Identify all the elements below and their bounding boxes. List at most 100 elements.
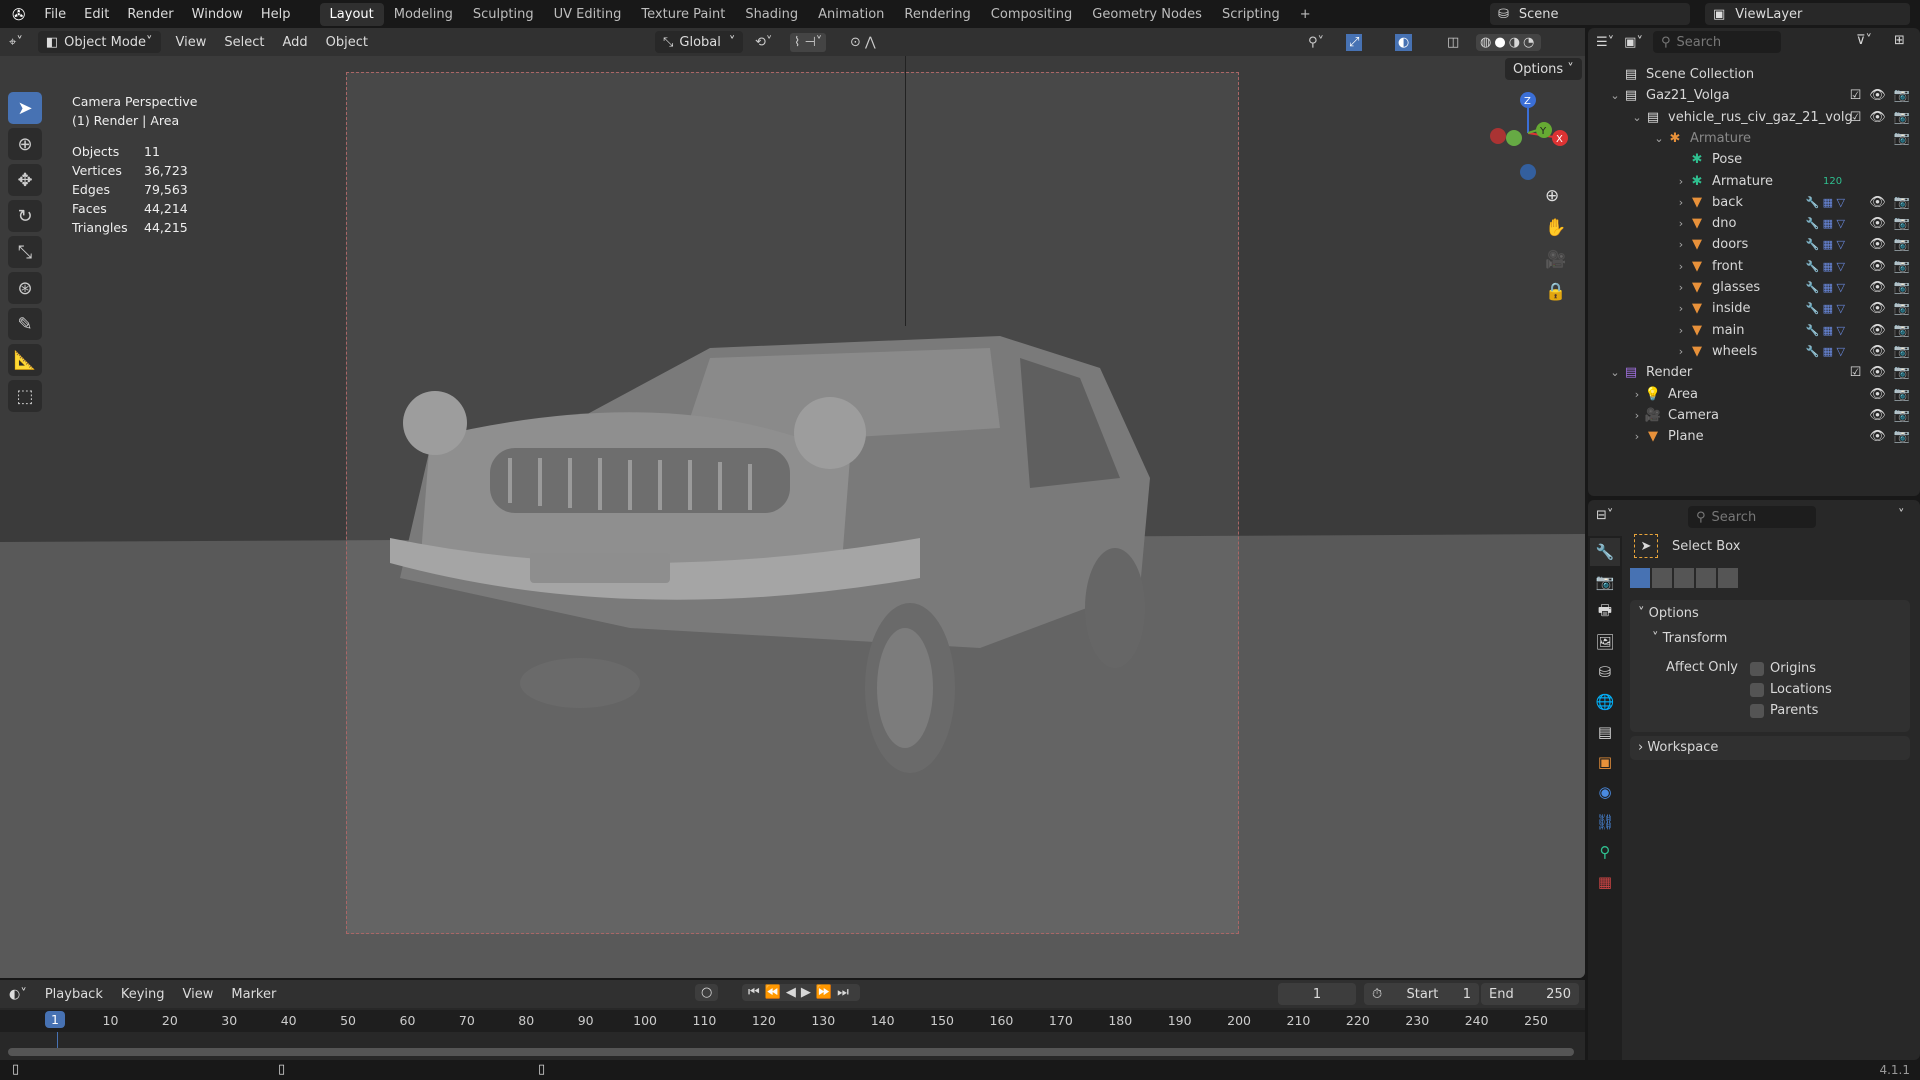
tab-geometry-nodes[interactable]: Geometry Nodes	[1082, 3, 1212, 26]
view-layer-tab-icon[interactable]: 🖼	[1590, 628, 1620, 656]
viewport-menu-add[interactable]: Add	[274, 32, 317, 53]
3d-viewport[interactable]: ⌖˅ ◧ Object Mode ˅ View Select Add Object ⤡ Gl…	[0, 28, 1585, 978]
timeline-menu-keying[interactable]: Keying	[112, 984, 174, 1005]
outliner-search-input[interactable]: ⚲ Search	[1652, 31, 1781, 53]
playhead[interactable]: 1	[45, 1011, 65, 1028]
render-camera-icon[interactable]: 📷	[1894, 131, 1910, 146]
object-tab-icon[interactable]: ▣	[1590, 748, 1620, 776]
outliner-row[interactable]: › ▼ glasses 🔧 ▦ ▽ 👁 📷	[1588, 277, 1920, 298]
expand-chevron-icon[interactable]: ⌄	[1608, 89, 1622, 102]
pan-hand-icon[interactable]: ✋	[1545, 218, 1566, 238]
modifiers-icon[interactable]: 🔧 ▦ ▽	[1805, 196, 1845, 209]
outliner-row[interactable]: › ▼ back 🔧 ▦ ▽ 👁 📷	[1588, 192, 1920, 213]
collection-tab-icon[interactable]: ▤	[1590, 718, 1620, 746]
overlay-toggle-icon[interactable]: ◐	[1395, 33, 1413, 51]
modifiers-icon[interactable]: 🔧 ▦ ▽	[1805, 302, 1845, 315]
tab-texture-paint[interactable]: Texture Paint	[631, 3, 735, 26]
eye-icon[interactable]: 👁	[1869, 88, 1886, 103]
scale-tool[interactable]: ⤡	[8, 236, 42, 268]
render-camera-icon[interactable]: 📷	[1894, 365, 1910, 380]
properties-search-input[interactable]: ⚲ Search	[1688, 506, 1816, 528]
visibility-icon[interactable]: ⚲˅	[1308, 35, 1324, 50]
eye-icon[interactable]: 👁	[1869, 259, 1886, 274]
viewport-menu-view[interactable]: View	[167, 32, 216, 53]
mode-set-icon[interactable]	[1630, 568, 1650, 588]
expand-chevron-icon[interactable]: ›	[1674, 175, 1688, 188]
tab-shading[interactable]: Shading	[735, 3, 808, 26]
eye-icon[interactable]: 👁	[1869, 237, 1886, 252]
measure-tool[interactable]: 📐	[8, 344, 42, 376]
render-camera-icon[interactable]: 📷	[1894, 259, 1910, 274]
modifiers-icon[interactable]: 🔧 ▦ ▽	[1805, 217, 1845, 230]
outliner-row[interactable]: ⌄ ▤ Gaz21_Volga ☑ 👁 📷	[1588, 85, 1920, 106]
xray-icon[interactable]: ◫	[1447, 35, 1459, 50]
outliner-editor-icon[interactable]: ☰˅	[1596, 35, 1614, 50]
mode-selector[interactable]: ◧ Object Mode ˅	[37, 31, 161, 53]
outliner-row[interactable]: ⌄ ✱ Armature 📷	[1588, 128, 1920, 149]
eye-icon[interactable]: 👁	[1869, 301, 1886, 316]
eye-icon[interactable]: 👁	[1869, 110, 1886, 125]
timeline-menu-view[interactable]: View	[174, 984, 223, 1005]
snap-icon[interactable]: ⌇ ⊣˅	[790, 32, 827, 52]
menu-edit[interactable]: Edit	[75, 7, 118, 22]
mode-difference-icon[interactable]	[1696, 568, 1716, 588]
tool-tab-icon[interactable]: 🔧	[1590, 538, 1620, 566]
outliner-row[interactable]: › ▼ inside 🔧 ▦ ▽ 👁 📷	[1588, 298, 1920, 319]
properties-editor-icon[interactable]: ⊟˅	[1596, 508, 1613, 523]
eye-icon[interactable]: 👁	[1869, 408, 1886, 423]
blender-logo-icon[interactable]: ✇	[0, 5, 35, 24]
outliner-row[interactable]: › ▼ main 🔧 ▦ ▽ 👁 📷	[1588, 320, 1920, 341]
add-workspace-button[interactable]: +	[1290, 3, 1321, 26]
expand-chevron-icon[interactable]: ›	[1674, 260, 1688, 273]
eye-icon[interactable]: 👁	[1869, 344, 1886, 359]
affect-parents-checkbox[interactable]: Parents	[1750, 700, 1832, 721]
render-camera-icon[interactable]: 📷	[1894, 195, 1910, 210]
expand-chevron-icon[interactable]: ⌄	[1630, 111, 1644, 124]
expand-chevron-icon[interactable]: ›	[1674, 217, 1688, 230]
outliner-row[interactable]: ⌄ ▤ Render ☑ 👁 📷	[1588, 362, 1920, 383]
expand-chevron-icon[interactable]: ›	[1674, 302, 1688, 315]
eye-icon[interactable]: 👁	[1869, 365, 1886, 380]
mode-subtract-icon[interactable]	[1674, 568, 1694, 588]
annotate-tool[interactable]: ✎	[8, 308, 42, 340]
navigation-gizmo[interactable]: Z X Y	[1480, 88, 1575, 188]
outliner-row[interactable]: › ▼ front 🔧 ▦ ▽ 👁 📷	[1588, 256, 1920, 277]
outliner-row[interactable]: ✱ Pose	[1588, 149, 1920, 170]
render-camera-icon[interactable]: 📷	[1894, 387, 1910, 402]
checkbox-box[interactable]	[1750, 682, 1764, 697]
render-camera-icon[interactable]: 📷	[1894, 237, 1910, 252]
workspace-panel[interactable]: › Workspace	[1630, 736, 1910, 760]
output-tab-icon[interactable]: 🖶	[1590, 598, 1620, 626]
constraints-tab-icon[interactable]: ⛓	[1590, 808, 1620, 836]
texture-tab-icon[interactable]: ▦	[1590, 868, 1620, 896]
expand-chevron-icon[interactable]: ›	[1674, 324, 1688, 337]
eye-icon[interactable]: 👁	[1869, 280, 1886, 295]
timeline-menu-playback[interactable]: Playback	[36, 984, 112, 1005]
options-dropdown[interactable]: Options ˅	[1505, 58, 1582, 80]
rotate-tool[interactable]: ↻	[8, 200, 42, 232]
tab-animation[interactable]: Animation	[808, 3, 894, 26]
lock-icon[interactable]: 🔒	[1545, 282, 1566, 302]
render-camera-icon[interactable]: 📷	[1894, 429, 1910, 444]
outliner-row[interactable]: › 💡 Area 👁 📷	[1588, 384, 1920, 405]
expand-chevron-icon[interactable]: ›	[1674, 196, 1688, 209]
eye-icon[interactable]: 👁	[1869, 387, 1886, 402]
tab-modeling[interactable]: Modeling	[384, 3, 463, 26]
expand-chevron-icon[interactable]: ›	[1630, 430, 1644, 443]
tab-sculpting[interactable]: Sculpting	[463, 3, 544, 26]
expand-chevron-icon[interactable]: ›	[1674, 281, 1688, 294]
outliner-row[interactable]: › ▼ wheels 🔧 ▦ ▽ 👁 📷	[1588, 341, 1920, 362]
render-camera-icon[interactable]: 📷	[1894, 323, 1910, 338]
expand-chevron-icon[interactable]: ⌄	[1652, 132, 1666, 145]
transform-subpanel-header[interactable]: ˅ Transform	[1630, 627, 1910, 650]
outliner-row[interactable]: ⌄ ▤ vehicle_rus_civ_gaz_21_volg ☑ 👁 📷	[1588, 107, 1920, 128]
chevron-down-icon[interactable]: ˅	[1898, 508, 1905, 523]
exclude-checkbox[interactable]: ☑	[1850, 110, 1862, 125]
select-box-tool[interactable]: ➤	[8, 92, 42, 124]
start-frame-field[interactable]: ⏱ Start 1	[1364, 983, 1479, 1005]
exclude-checkbox[interactable]: ☑	[1850, 365, 1862, 380]
display-mode-icon[interactable]: ▣˅	[1624, 35, 1643, 50]
render-camera-icon[interactable]: 📷	[1894, 344, 1910, 359]
menu-render[interactable]: Render	[118, 7, 182, 22]
tab-scripting[interactable]: Scripting	[1212, 3, 1290, 26]
